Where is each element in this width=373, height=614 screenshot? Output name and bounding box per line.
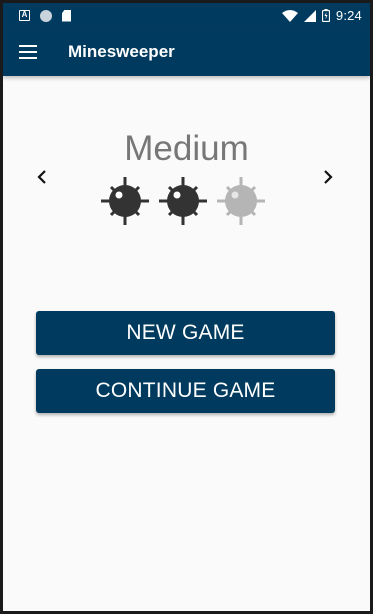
- hamburger-menu-icon: [19, 45, 37, 59]
- difficulty-label: Medium: [124, 129, 249, 168]
- a-notification-icon: A: [19, 10, 30, 21]
- wifi-icon: [281, 9, 298, 22]
- difficulty-mines: [101, 175, 265, 227]
- app-screen: A 9:24 Minesweeper Medium NEW GAME CONTI…: [3, 3, 370, 611]
- status-time: 9:24: [335, 8, 362, 23]
- circle-notification-icon: [40, 9, 52, 22]
- difficulty-selector: Medium: [3, 128, 370, 170]
- app-title: Minesweeper: [68, 42, 175, 61]
- continue-game-button[interactable]: CONTINUE GAME: [36, 369, 335, 413]
- menu-button[interactable]: [3, 28, 53, 76]
- previous-difficulty-button[interactable]: [31, 166, 53, 188]
- status-bar: A 9:24: [3, 3, 370, 28]
- new-game-button[interactable]: NEW GAME: [36, 311, 335, 355]
- chevron-right-icon: [324, 170, 333, 184]
- next-difficulty-button[interactable]: [317, 166, 339, 188]
- signal-icon: [303, 9, 316, 22]
- mine-icon-active: [101, 177, 149, 225]
- battery-icon: [321, 9, 330, 22]
- chevron-left-icon: [37, 170, 46, 184]
- app-bar: Minesweeper: [3, 28, 370, 76]
- mine-icon-inactive: [217, 177, 265, 225]
- sd-card-icon: [62, 9, 71, 22]
- mine-icon-active: [159, 177, 207, 225]
